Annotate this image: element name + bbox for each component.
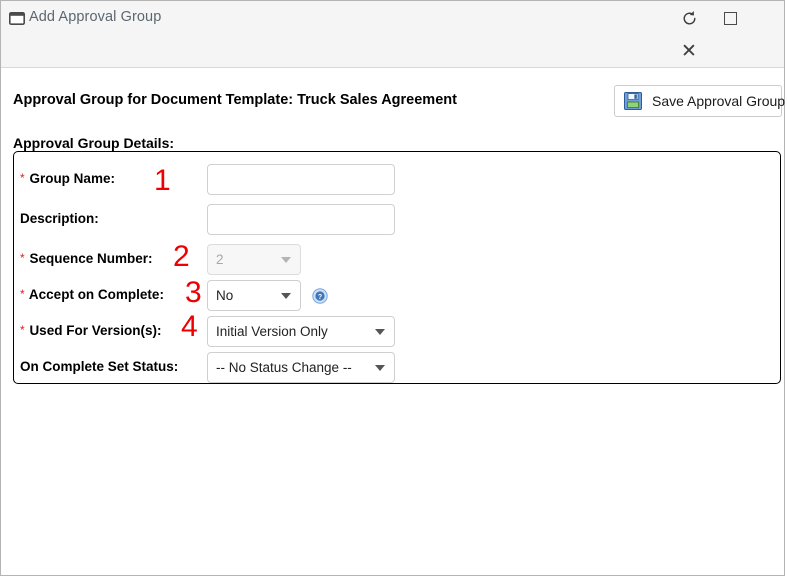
refresh-icon[interactable] [676,5,702,31]
label-on-complete-set-status: On Complete Set Status: [20,359,179,374]
required-asterisk: * [20,323,25,337]
svg-text:?: ? [318,294,322,301]
used-for-versions-value: Initial Version Only [216,324,328,339]
floppy-disk-save-icon [624,92,642,110]
page-title: Approval Group for Document Template: Tr… [13,92,457,108]
help-question-icon[interactable]: ? [312,288,328,304]
required-asterisk: * [20,287,25,301]
application-window: Add Approval Group ✕ Approval Group for … [0,0,785,576]
chevron-down-icon [375,328,385,335]
description-input[interactable] [207,204,395,235]
required-asterisk: * [20,171,25,185]
approval-group-details-box: * Group Name: Description: * Sequence Nu… [13,151,781,384]
label-accept-on-complete: * Accept on Complete: [20,287,164,302]
label-sequence-number: * Sequence Number: [20,251,153,266]
chevron-down-icon [281,256,291,263]
required-asterisk: * [20,251,25,265]
label-used-for-versions: * Used For Version(s): [20,323,162,338]
save-approval-group-button[interactable]: Save Approval Group [614,85,786,117]
used-for-versions-select[interactable]: Initial Version Only [207,316,395,347]
save-approval-group-label: Save Approval Group [652,93,786,109]
group-name-input[interactable] [207,164,395,195]
sequence-number-value: 2 [216,252,224,267]
chevron-down-icon [281,292,291,299]
on-complete-set-status-value: -- No Status Change -- [216,360,352,375]
window-icon [9,12,25,25]
accept-on-complete-select[interactable]: No [207,280,301,311]
label-group-name: * Group Name: [20,171,115,186]
on-complete-set-status-select[interactable]: -- No Status Change -- [207,352,395,383]
title-bar: Add Approval Group ✕ [1,1,784,68]
window-title: Add Approval Group [29,9,162,25]
sequence-number-select[interactable]: 2 [207,244,301,275]
close-icon[interactable]: ✕ [676,38,702,64]
chevron-down-icon [375,364,385,371]
label-description: Description: [20,211,99,226]
dialog-content: Approval Group for Document Template: Tr… [1,68,786,575]
maximize-icon[interactable] [717,5,743,31]
approval-group-details-heading: Approval Group Details: [13,135,175,151]
accept-on-complete-value: No [216,288,234,303]
